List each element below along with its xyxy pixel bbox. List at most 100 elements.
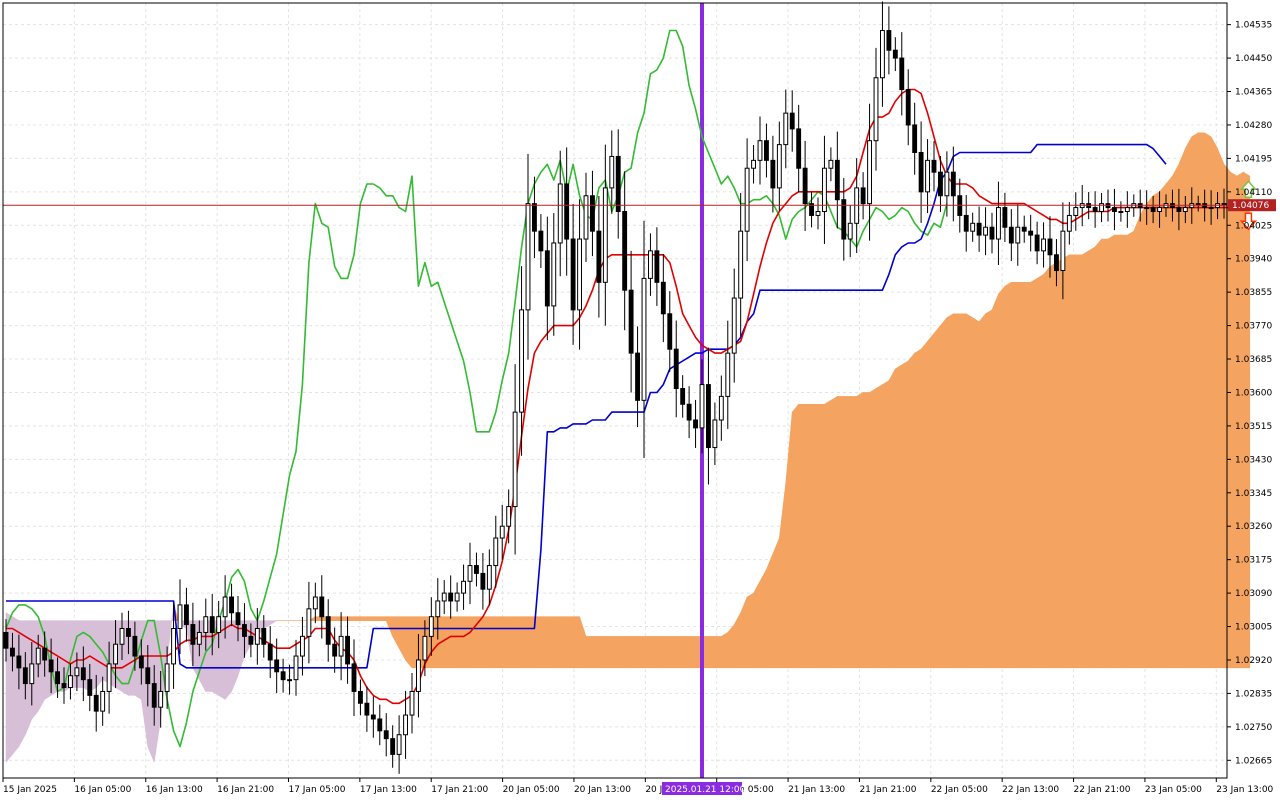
cloud-segment	[759, 569, 767, 669]
candle-body	[486, 565, 492, 590]
cloud-segment	[1011, 282, 1019, 669]
cloud-segment	[617, 636, 625, 669]
cloud-segment	[965, 313, 973, 669]
candle-body	[235, 612, 241, 626]
cloud-segment	[1152, 191, 1160, 669]
cloud-segment	[843, 396, 851, 669]
cloud-segment	[727, 623, 735, 669]
cloud-segment	[340, 616, 348, 621]
cloud-segment	[624, 636, 632, 669]
time-tick-label: 17 Jan 21:00	[431, 785, 488, 795]
price-tick-label: 1.03685	[1235, 355, 1272, 365]
cloud-segment	[991, 294, 999, 669]
time-tick-label: 16 Jan 21:00	[217, 785, 274, 795]
candle-body	[416, 659, 421, 692]
candle-body	[267, 643, 273, 661]
candle-body	[499, 525, 505, 539]
candle-body	[42, 647, 48, 661]
cloud-segment	[656, 636, 664, 669]
candle-body	[345, 635, 350, 665]
price-tick-label: 1.03430	[1235, 455, 1272, 465]
price-tick-label: 1.04195	[1235, 154, 1272, 164]
candle-body	[22, 667, 28, 685]
candle-body	[1150, 207, 1156, 213]
candle-body	[802, 167, 808, 205]
candle-body	[551, 242, 557, 307]
candle-body	[422, 635, 428, 661]
candle-body	[1066, 214, 1072, 232]
candle-body	[615, 155, 621, 213]
price-tick-label: 1.04365	[1235, 88, 1272, 98]
cloud-segment	[1094, 238, 1102, 669]
price-tick-label: 1.02665	[1235, 756, 1272, 766]
cloud-segment	[592, 636, 600, 669]
candle-body	[931, 159, 937, 173]
candle-body	[635, 352, 640, 401]
candle-body	[74, 667, 80, 677]
candle-body	[184, 604, 189, 626]
candle-body	[686, 403, 692, 421]
candle-body	[847, 222, 853, 240]
candle-body	[1157, 207, 1162, 213]
candle-body	[834, 159, 840, 201]
cloud-segment	[1088, 246, 1096, 669]
candle-body	[905, 89, 911, 126]
candle-body	[358, 690, 363, 704]
cloud-segment	[791, 403, 799, 669]
candle-body	[667, 313, 673, 350]
price-tick-label: 1.02750	[1235, 723, 1272, 733]
cloud-segment	[1133, 215, 1141, 669]
candle-body	[441, 592, 447, 602]
candle-body	[435, 600, 441, 618]
cloud-segment	[901, 360, 909, 669]
ichimoku-chart[interactable]: 1.04535 1.04450 1.04365 1.04280 1.04195 1.041…	[0, 0, 1280, 800]
candle-body	[3, 631, 9, 649]
cloud-segment	[1146, 194, 1154, 669]
candle-body	[448, 592, 454, 602]
cloud-segment	[224, 620, 232, 701]
candle-body	[1041, 238, 1046, 252]
candle-body	[48, 659, 54, 673]
price-tick-label: 1.04280	[1235, 121, 1272, 131]
candle-body	[989, 226, 995, 240]
candle-body	[113, 643, 118, 665]
cloud-segment	[463, 616, 471, 669]
candle-body	[1054, 254, 1059, 272]
candle-body	[370, 714, 376, 720]
cloud-segment	[972, 317, 980, 669]
cloud-segment	[811, 403, 819, 669]
candle-body	[248, 635, 254, 645]
cloud-segment	[675, 636, 683, 669]
cloud-segment	[1191, 132, 1199, 669]
cloud-segment	[907, 352, 915, 669]
candle-body	[976, 222, 982, 236]
cloud-segment	[766, 553, 774, 669]
candle-body	[287, 679, 292, 682]
price-tick-label: 1.03940	[1235, 255, 1272, 265]
time-tick-label: 21 Jan 13:00	[788, 785, 845, 795]
cloud-segment	[830, 395, 838, 669]
candle-body	[171, 628, 176, 665]
cloud-segment	[1159, 183, 1167, 669]
cloud-segment	[521, 616, 529, 669]
candle-body	[783, 112, 789, 146]
price-tick-label: 1.03855	[1235, 288, 1272, 298]
candle-body	[731, 297, 737, 354]
candle-body	[164, 663, 170, 692]
candle-body	[93, 694, 99, 712]
price-tick-label: 1.04535	[1235, 21, 1272, 31]
candle-body	[151, 683, 157, 708]
candle-body	[229, 596, 234, 614]
candle-body	[1221, 203, 1227, 206]
candle-body	[873, 77, 879, 142]
candle-body	[641, 277, 647, 401]
cloud-segment	[1204, 132, 1212, 669]
cloud-segment	[547, 616, 555, 669]
cloud-segment	[469, 616, 477, 669]
candle-body	[796, 128, 802, 169]
cloud-segment	[643, 636, 651, 669]
candle-body	[1047, 238, 1053, 256]
cloud-segment	[1056, 258, 1064, 669]
candle-body	[16, 655, 22, 669]
candle-body	[280, 671, 286, 681]
